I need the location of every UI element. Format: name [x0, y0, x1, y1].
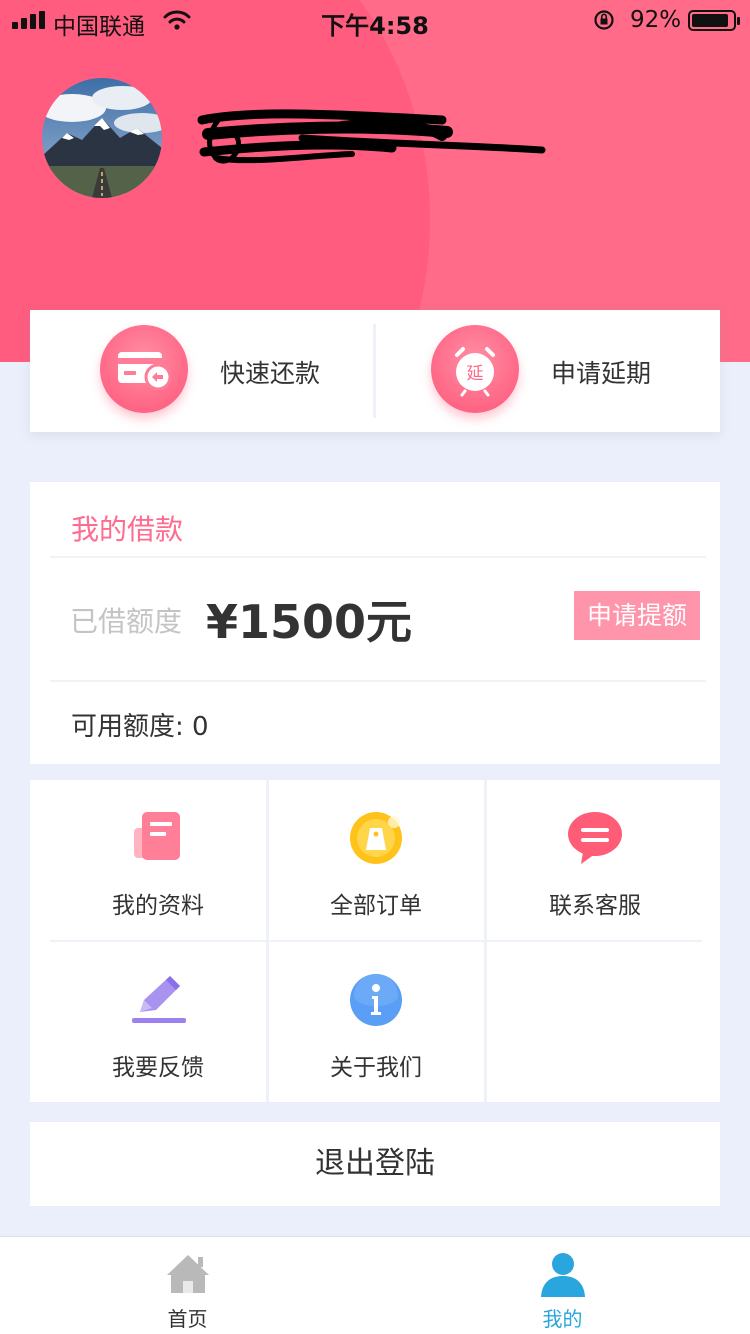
apply-extension-button[interactable]: 延 申请延期 — [376, 310, 716, 432]
borrowed-limit-label: 已借额度 — [70, 605, 183, 638]
battery-icon — [688, 10, 740, 31]
menu-label: 关于我们 — [330, 1055, 422, 1081]
apply-raise-limit-button[interactable]: 申请提额 — [574, 591, 700, 640]
redacted-username — [197, 109, 546, 164]
my-loan-card: 我的借款 已借额度 ¥1500元 申请提额 可用额度: 0 — [30, 482, 720, 764]
menu-item-my-profile[interactable]: 我的资料 — [40, 780, 276, 940]
menu-label: 我要反馈 — [112, 1055, 204, 1081]
tab-mine[interactable]: 我的 — [375, 1237, 750, 1334]
tab-bar: 首页 我的 — [0, 1236, 750, 1334]
order-tag-icon — [350, 812, 402, 864]
alarm-clock-extend-icon: 延 — [431, 325, 519, 413]
pencil-feedback-icon — [132, 976, 186, 1023]
menu-item-feedback[interactable]: 我要反馈 — [40, 942, 276, 1102]
menu-item-about-us[interactable]: 关于我们 — [258, 942, 494, 1102]
chat-bubble-icon — [568, 812, 622, 864]
menu-item-contact-support[interactable]: 联系客服 — [477, 780, 713, 940]
profile-document-icon — [134, 812, 180, 860]
home-icon — [166, 1255, 209, 1293]
quick-repay-label: 快速还款 — [220, 359, 321, 388]
menu-label: 我的资料 — [112, 893, 204, 919]
loan-title: 我的借款 — [71, 513, 184, 546]
loan-divider — [50, 680, 706, 682]
available-limit: 可用额度: 0 — [71, 712, 209, 742]
menu-label: 全部订单 — [330, 893, 422, 919]
logout-button[interactable]: 退出登陆 — [30, 1122, 720, 1206]
battery-percent: 92% — [630, 7, 682, 33]
tab-home-label: 首页 — [167, 1307, 208, 1331]
borrowed-amount: ¥1500元 — [206, 595, 413, 649]
quick-repay-button[interactable]: 快速还款 — [30, 310, 370, 432]
avatar[interactable] — [42, 78, 162, 198]
tab-mine-label: 我的 — [542, 1307, 583, 1331]
svg-text:延: 延 — [467, 364, 484, 384]
menu-grid: 我的资料 全部订单 联系客服 我要反馈 关于我们 — [30, 780, 720, 1102]
repay-card-icon — [100, 325, 188, 413]
info-icon — [350, 974, 402, 1026]
menu-label: 联系客服 — [549, 893, 641, 919]
apply-extension-label: 申请延期 — [551, 359, 652, 388]
status-bar: 中国联通 下午4:58 92% — [0, 0, 750, 40]
rotation-lock-icon — [594, 10, 614, 30]
user-icon — [540, 1253, 585, 1297]
loan-divider — [50, 556, 706, 558]
profile-header: 中国联通 下午4:58 92% — [0, 0, 750, 362]
quick-actions-card: 快速还款 延 申请延期 — [30, 310, 720, 432]
menu-item-all-orders[interactable]: 全部订单 — [258, 780, 494, 940]
tab-home[interactable]: 首页 — [0, 1237, 375, 1334]
